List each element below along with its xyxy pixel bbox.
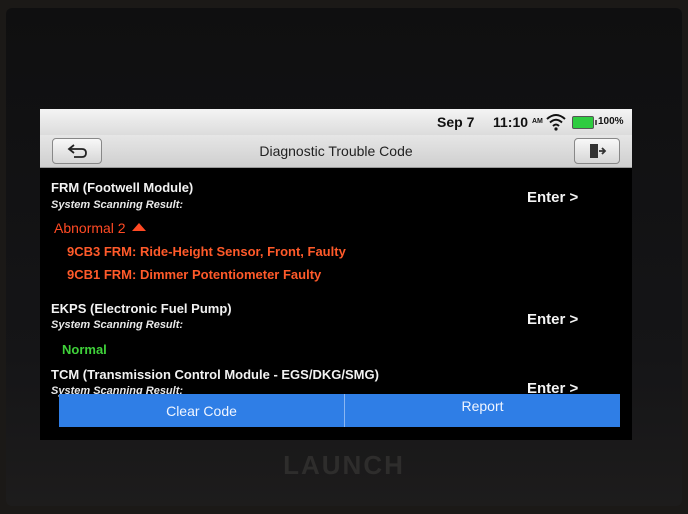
clear-code-button[interactable]: Clear Code <box>59 394 344 427</box>
exit-icon <box>590 144 607 158</box>
status-time: 11:10 <box>493 114 529 130</box>
screen: Sep 7 11:10 AM 100% Diagnostic Trouble C… <box>40 109 632 440</box>
result-frm-text: Abnormal 2 <box>54 220 126 236</box>
enter-button-ekps[interactable]: Enter > <box>527 311 578 328</box>
module-name-ekps: EKPS (Electronic Fuel Pump) <box>51 301 232 316</box>
battery-percent: 100% <box>598 116 624 127</box>
module-name-tcm: TCM (Transmission Control Module - EGS/D… <box>51 367 379 382</box>
brand-logo: LAUNCH <box>283 450 405 480</box>
action-bar: Clear Code Report <box>59 394 620 427</box>
module-name-frm: FRM (Footwell Module) <box>51 180 194 195</box>
page-title: Diagnostic Trouble Code <box>259 143 413 159</box>
enter-button-frm[interactable]: Enter > <box>527 189 578 206</box>
report-button[interactable]: Report <box>345 394 620 427</box>
status-date: Sep 7 <box>437 114 475 130</box>
dtc-row: 9CB1 FRM: Dimmer Potentiometer Faulty <box>67 267 322 282</box>
scan-label-ekps: System Scanning Result: <box>51 319 184 331</box>
title-bar: Diagnostic Trouble Code <box>40 135 632 168</box>
status-ampm: AM <box>532 118 543 125</box>
result-frm[interactable]: Abnormal 2 <box>54 220 146 236</box>
result-ekps: Normal <box>62 342 107 357</box>
module-list[interactable]: FRM (Footwell Module) System Scanning Re… <box>40 168 632 397</box>
status-bar: Sep 7 11:10 AM 100% <box>40 109 632 135</box>
scan-label-frm: System Scanning Result: <box>51 199 184 211</box>
collapse-up-icon <box>131 223 146 231</box>
exit-button[interactable] <box>574 138 620 164</box>
dtc-row: 9CB3 FRM: Ride-Height Sensor, Front, Fau… <box>67 244 346 259</box>
wifi-icon <box>546 114 566 131</box>
battery-icon <box>572 116 597 129</box>
